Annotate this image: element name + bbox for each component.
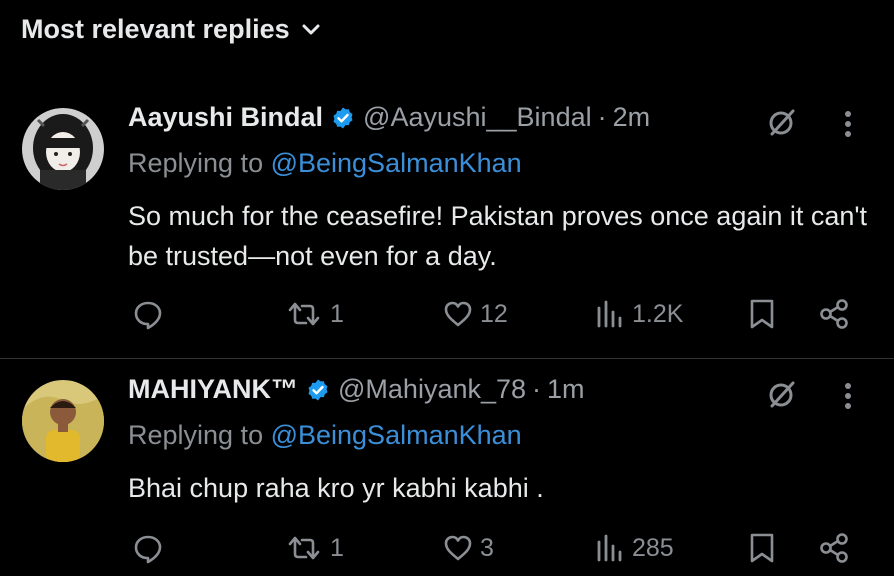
reply-text: So much for the ceasefire! Pakistan prov…	[128, 201, 868, 271]
share-button[interactable]	[818, 532, 852, 564]
like-count: 3	[480, 533, 494, 562]
replying-prefix: Replying to	[128, 148, 271, 178]
reply-icon	[132, 532, 164, 564]
bookmark-button[interactable]	[748, 298, 776, 330]
view-count: 1.2K	[632, 299, 684, 328]
reply-header: MAHIYANK™ @Mahiyank_78 · 1m	[128, 374, 585, 405]
bookmark-button[interactable]	[748, 532, 776, 564]
views-button[interactable]: 1.2K	[594, 298, 683, 330]
avatar[interactable]	[22, 108, 104, 190]
view-count: 285	[632, 533, 674, 562]
reply-text: Bhai chup raha kro yr kabhi kabhi .	[128, 473, 544, 503]
sort-label: Most relevant replies	[21, 14, 290, 44]
repost-count: 1	[330, 533, 344, 562]
share-icon	[818, 532, 852, 564]
separator: ·	[597, 102, 607, 132]
divider	[0, 358, 894, 359]
more-icon[interactable]	[842, 108, 854, 145]
replying-prefix: Replying to	[128, 420, 271, 450]
repost-button[interactable]: 1	[284, 298, 344, 330]
repost-count: 1	[330, 299, 344, 328]
author-handle[interactable]: @Aayushi__Bindal	[363, 102, 592, 133]
repost-icon	[284, 532, 324, 564]
views-icon	[594, 298, 626, 330]
mention-link[interactable]: @BeingSalmanKhan	[271, 148, 522, 178]
reply-icon	[132, 298, 164, 330]
grok-icon[interactable]	[766, 106, 798, 143]
replying-to: Replying to @BeingSalmanKhan	[128, 420, 522, 451]
reply-header: Aayushi Bindal @Aayushi__Bindal · 2m	[128, 102, 650, 133]
like-button[interactable]: 12	[442, 298, 508, 330]
author-handle[interactable]: @Mahiyank_78	[338, 374, 526, 405]
verified-badge-icon	[331, 106, 355, 130]
timestamp[interactable]: 2m	[613, 102, 651, 133]
reply-button[interactable]	[132, 298, 170, 330]
separator: ·	[532, 374, 542, 404]
share-icon	[818, 298, 852, 330]
repost-icon	[284, 298, 324, 330]
author-name[interactable]: Aayushi Bindal	[128, 102, 323, 133]
like-button[interactable]: 3	[442, 532, 494, 564]
bookmark-icon	[748, 532, 776, 564]
share-button[interactable]	[818, 298, 852, 330]
grok-icon[interactable]	[766, 378, 798, 415]
bookmark-icon	[748, 298, 776, 330]
more-icon[interactable]	[842, 380, 854, 417]
like-icon	[442, 532, 474, 564]
chevron-down-icon	[302, 24, 320, 36]
reply-button[interactable]	[132, 532, 170, 564]
views-icon	[594, 532, 626, 564]
timestamp[interactable]: 1m	[547, 374, 585, 405]
views-button[interactable]: 285	[594, 532, 674, 564]
sort-dropdown[interactable]: Most relevant replies	[21, 14, 320, 45]
replying-to: Replying to @BeingSalmanKhan	[128, 148, 522, 179]
action-bar: 1 3 285	[128, 532, 868, 572]
mention-link[interactable]: @BeingSalmanKhan	[271, 420, 522, 450]
repost-button[interactable]: 1	[284, 532, 344, 564]
like-icon	[442, 298, 474, 330]
avatar[interactable]	[22, 380, 104, 462]
author-name[interactable]: MAHIYANK™	[128, 374, 298, 405]
like-count: 12	[480, 299, 508, 328]
action-bar: 1 12 1.2K	[128, 298, 868, 338]
verified-badge-icon	[306, 378, 330, 402]
